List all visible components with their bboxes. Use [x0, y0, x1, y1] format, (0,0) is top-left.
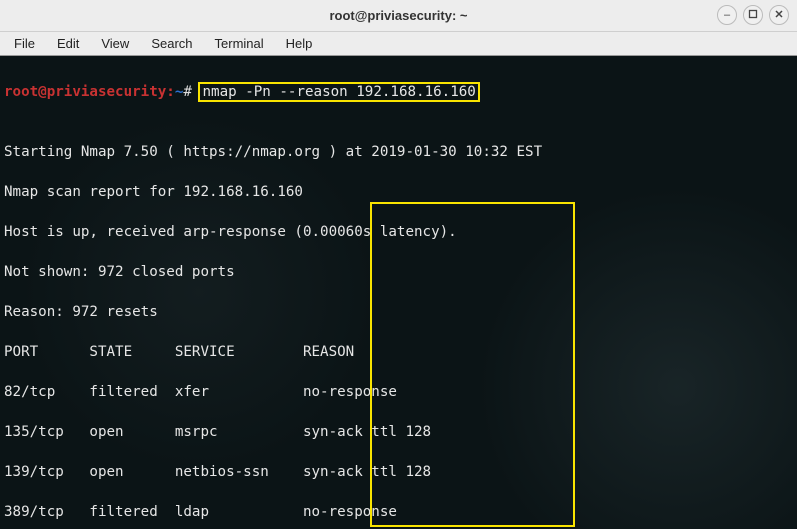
prompt-line: root@priviasecurity:~# nmap -Pn --reason…: [4, 82, 793, 102]
table-header: PORT STATE SERVICE REASON: [4, 342, 793, 362]
minimize-button[interactable]: –: [717, 5, 737, 25]
prompt-user-host: root@priviasecurity: [4, 84, 166, 100]
output-reason: Reason: 972 resets: [4, 302, 793, 322]
menu-search[interactable]: Search: [141, 34, 202, 53]
output-starting: Starting Nmap 7.50 ( https://nmap.org ) …: [4, 142, 793, 162]
command-highlight: nmap -Pn --reason 192.168.16.160: [200, 84, 477, 100]
maximize-icon: [748, 9, 758, 22]
prompt-hash: #: [183, 84, 192, 100]
maximize-button[interactable]: [743, 5, 763, 25]
table-row: 135/tcp open msrpc syn-ack ttl 128: [4, 422, 793, 442]
window-titlebar: root@priviasecurity: ~ –: [0, 0, 797, 32]
table-row: 389/tcp filtered ldap no-response: [4, 502, 793, 522]
menu-edit[interactable]: Edit: [47, 34, 89, 53]
window-controls: –: [717, 5, 789, 25]
close-button[interactable]: [769, 5, 789, 25]
terminal-viewport[interactable]: root@priviasecurity:~# nmap -Pn --reason…: [0, 56, 797, 529]
menu-bar: File Edit View Search Terminal Help: [0, 32, 797, 56]
output-report: Nmap scan report for 192.168.16.160: [4, 182, 793, 202]
minimize-icon: –: [724, 10, 730, 21]
menu-help[interactable]: Help: [276, 34, 323, 53]
close-icon: [774, 9, 784, 22]
table-row: 82/tcp filtered xfer no-response: [4, 382, 793, 402]
menu-terminal[interactable]: Terminal: [205, 34, 274, 53]
window-title: root@priviasecurity: ~: [329, 8, 467, 23]
menu-view[interactable]: View: [91, 34, 139, 53]
output-host: Host is up, received arp-response (0.000…: [4, 222, 793, 242]
prompt-separator: :: [166, 84, 175, 100]
menu-file[interactable]: File: [4, 34, 45, 53]
table-row: 139/tcp open netbios-ssn syn-ack ttl 128: [4, 462, 793, 482]
output-notshown: Not shown: 972 closed ports: [4, 262, 793, 282]
